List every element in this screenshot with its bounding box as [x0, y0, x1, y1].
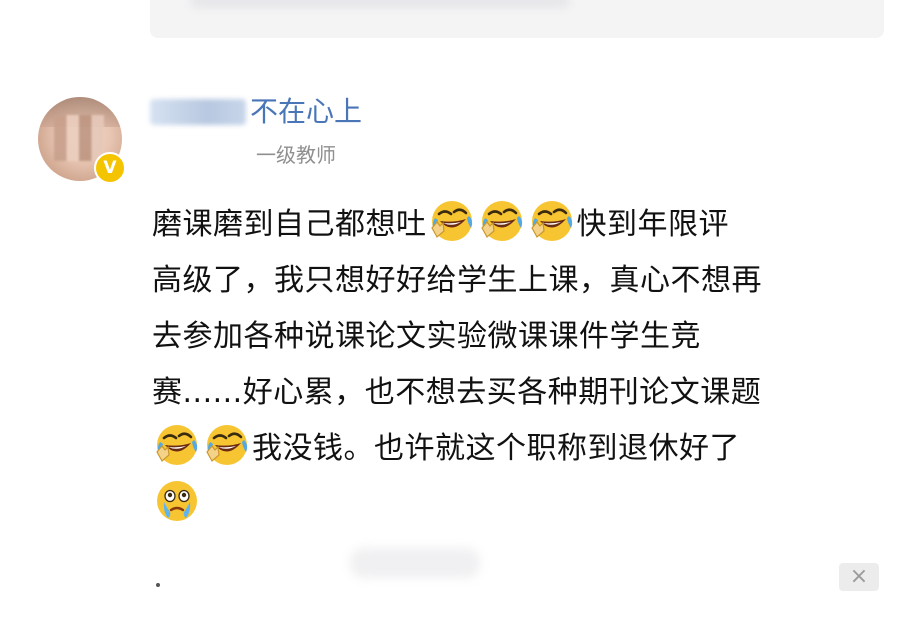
avatar-pixelated-face: [54, 115, 104, 161]
username: 不在心上: [250, 95, 363, 128]
post-line: 磨课磨到自己都想吐 快到年限评: [152, 197, 892, 253]
post-text: 快到年限评: [576, 207, 729, 242]
bottom-dot: [156, 583, 160, 587]
post-line: 去参加各种说课论文实验微课课件学生竞: [152, 309, 892, 365]
post-line: 高级了，我只想好好给学生上课，真心不想再: [152, 253, 892, 309]
post-content: 磨课磨到自己都想吐 快到年限评高级了，我只想好好给学生上课，真心不想再 去参加各种…: [152, 197, 892, 533]
crying-face-emoji-icon: [154, 478, 200, 524]
laugh-cry-emoji-icon: [429, 198, 475, 244]
laugh-cry-emoji-icon: [529, 198, 575, 244]
quoted-card-blurred-text: [190, 0, 570, 8]
post-text: 磨课磨到自己都想吐: [152, 207, 427, 242]
post-text: 我没钱。也许就这个职称到退休好了: [252, 431, 740, 466]
quoted-card[interactable]: [150, 0, 884, 38]
laugh-cry-emoji-icon: [204, 422, 250, 468]
verified-badge-icon: V: [94, 152, 126, 184]
laugh-cry-emoji-icon: [154, 422, 200, 468]
user-title: 一级教师: [256, 143, 336, 167]
laugh-cry-emoji-icon: [479, 198, 525, 244]
post-text: 高级了，我只想好好给学生上课，真心不想再: [152, 263, 762, 298]
username-redacted: [150, 99, 246, 125]
post-text: 去参加各种说课论文实验微课课件学生竞: [152, 319, 701, 354]
post-text: 赛......好心累，也不想去买各种期刊论文课题: [152, 375, 762, 410]
close-button[interactable]: ×: [839, 563, 879, 591]
bottom-blurred-content: [350, 548, 480, 578]
post-line: 我没钱。也许就这个职称到退休好了: [152, 421, 892, 477]
post-line: [152, 477, 892, 533]
post-line: 赛......好心累，也不想去买各种期刊论文课题: [152, 365, 892, 421]
